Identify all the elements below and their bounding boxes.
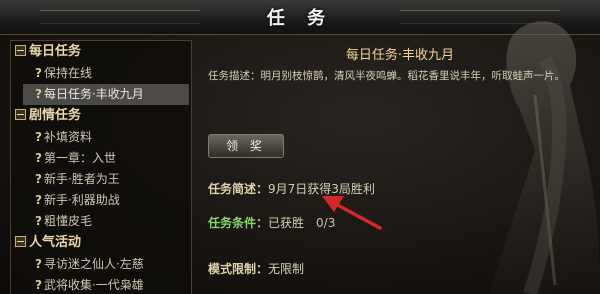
annotation-arrow bbox=[322, 196, 382, 230]
quest-window: 任 务 每日任务 ? 保持在线 ? 每日任务·丰收九月 剧情任务 ? 补填资料 ? 第一… bbox=[0, 0, 600, 294]
